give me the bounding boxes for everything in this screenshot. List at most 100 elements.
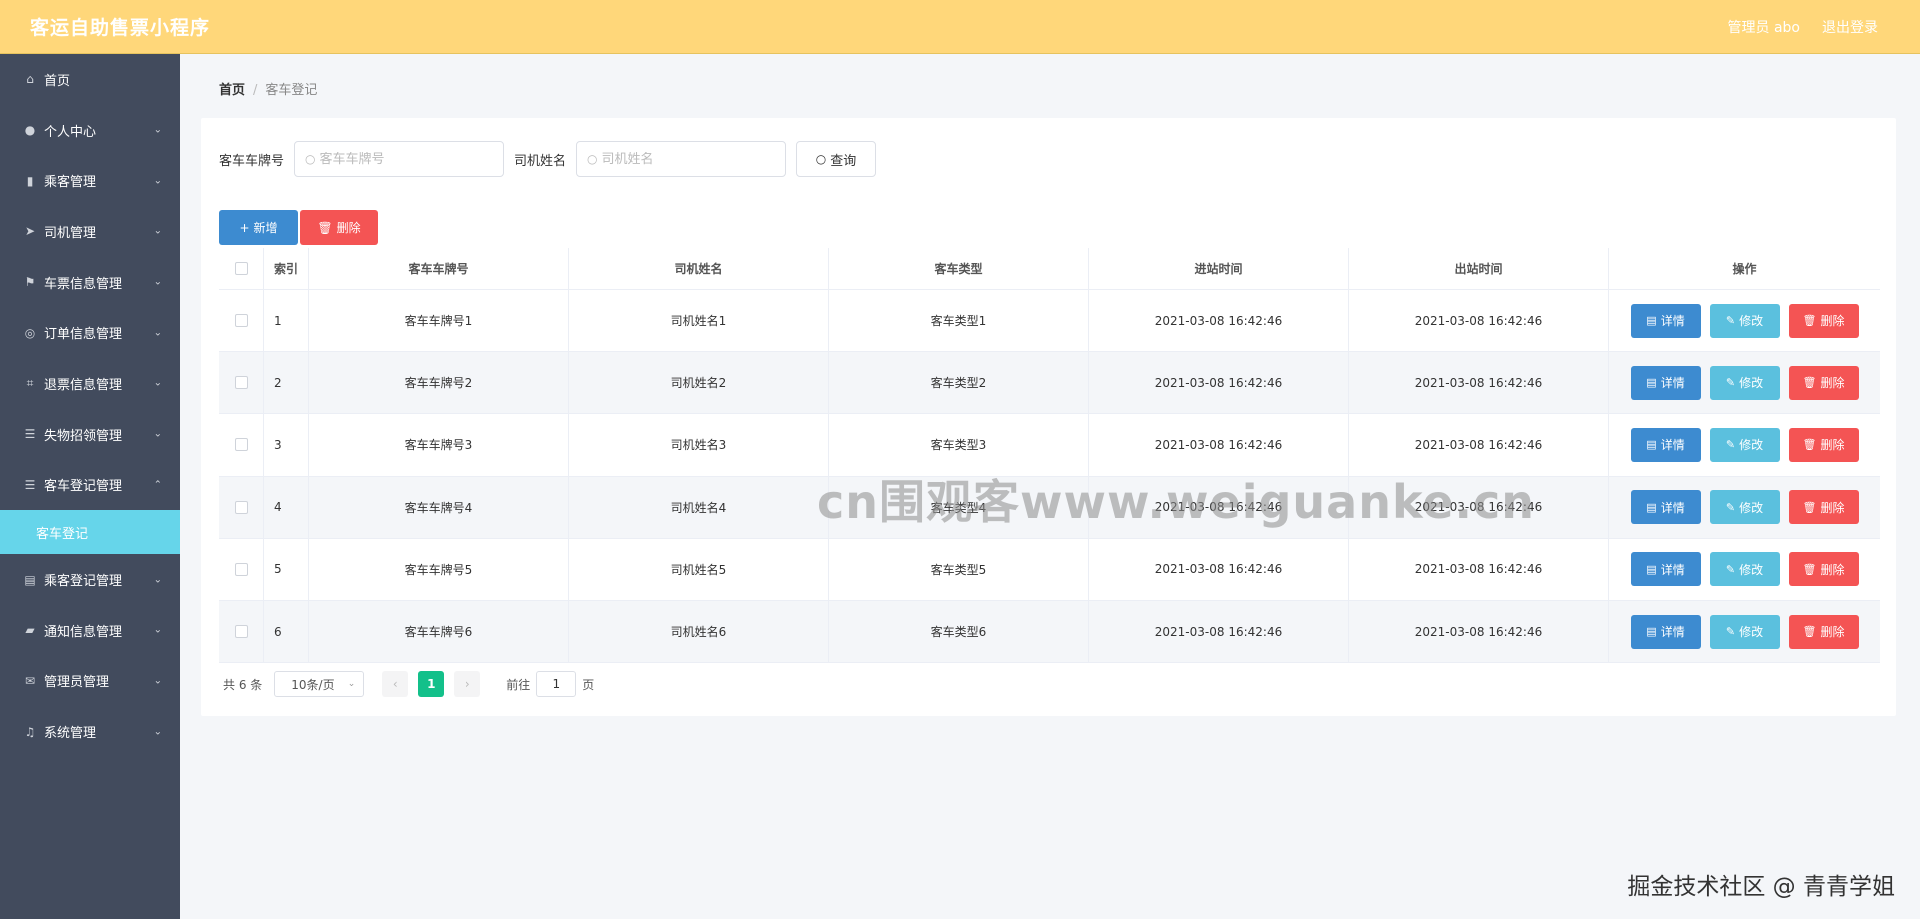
document-icon: ▤ bbox=[1646, 500, 1657, 514]
search-row: 客车车牌号 ○ 司机姓名 ○ ○ 查询 bbox=[219, 141, 877, 177]
batch-delete-button[interactable]: 🗑 删除 bbox=[300, 210, 378, 245]
row-checkbox[interactable] bbox=[234, 438, 248, 452]
row-checkbox[interactable] bbox=[234, 500, 248, 514]
chevron-down-icon: ⌄ bbox=[153, 428, 162, 440]
detail-button[interactable]: ▤ 详情 bbox=[1630, 303, 1701, 338]
action-row: + 新增 🗑 删除 bbox=[219, 210, 378, 245]
detail-label: 详情 bbox=[1660, 625, 1685, 640]
sidebar-item-sidebar-items-0[interactable]: ⌂ 首页 bbox=[0, 54, 180, 105]
next-page-button[interactable]: › bbox=[454, 671, 481, 697]
sidebar-item-sidebar-items-1[interactable]: ● 个人中心 ⌄ bbox=[0, 105, 180, 156]
sidebar-item-label: 乘客管理 bbox=[44, 175, 97, 191]
header-checkbox-cell bbox=[219, 248, 264, 289]
plate-search-input[interactable] bbox=[319, 151, 490, 167]
cell-index: 2 bbox=[264, 352, 309, 414]
detail-button[interactable]: ▤ 详情 bbox=[1630, 614, 1701, 649]
page-number-current[interactable]: 1 bbox=[418, 671, 445, 697]
table-row: 1 客车车牌号1 司机姓名1 客车类型1 2021-03-08 16:42:46 2021… bbox=[219, 290, 1880, 353]
sidebar-item-sidebar-items-4[interactable]: ⚑ 车票信息管理 ⌄ bbox=[0, 257, 180, 308]
sidebar-item-sidebar-items_after-2[interactable]: ✉ 管理员管理 ⌄ bbox=[0, 656, 180, 707]
edit-button[interactable]: ✎ 修改 bbox=[1709, 614, 1780, 649]
sidebar-item-sidebar-items-5[interactable]: ◎ 订单信息管理 ⌄ bbox=[0, 307, 180, 358]
edit-label: 修改 bbox=[1739, 438, 1764, 453]
row-checkbox[interactable] bbox=[234, 376, 248, 390]
goto-page: 前往 页 bbox=[506, 671, 594, 697]
bell-icon: ♫ bbox=[24, 724, 36, 739]
delete-button[interactable]: 🗑 删除 bbox=[1788, 614, 1859, 649]
sidebar-item-sidebar-items_after-1[interactable]: ▰ 通知信息管理 ⌄ bbox=[0, 605, 180, 656]
driver-search-field[interactable]: ○ bbox=[576, 141, 787, 177]
circle-icon: ◎ bbox=[24, 325, 36, 340]
prev-page-button[interactable]: ‹ bbox=[382, 671, 409, 697]
delete-label: 删除 bbox=[1820, 500, 1845, 515]
detail-button[interactable]: ▤ 详情 bbox=[1630, 490, 1701, 525]
sidebar-item-sidebar-items_after-0[interactable]: ▤ 乘客登记管理 ⌄ bbox=[0, 554, 180, 605]
delete-button[interactable]: 🗑 删除 bbox=[1788, 427, 1859, 462]
delete-button[interactable]: 🗑 删除 bbox=[1788, 490, 1859, 525]
row-checkbox[interactable] bbox=[234, 625, 248, 639]
row-checkbox[interactable] bbox=[234, 314, 248, 328]
trash-icon: 🗑 bbox=[317, 220, 333, 235]
batch-delete-label: 删除 bbox=[336, 221, 361, 235]
add-button[interactable]: + 新增 bbox=[219, 210, 298, 245]
plate-search-field[interactable]: ○ bbox=[294, 141, 505, 177]
cell-plate: 客车车牌号5 bbox=[309, 538, 569, 600]
cell-driver: 司机姓名6 bbox=[569, 600, 829, 663]
cell-plate: 客车车牌号2 bbox=[309, 352, 569, 414]
search-icon: ○ bbox=[815, 152, 827, 166]
sidebar-item-label: 个人中心 bbox=[44, 124, 97, 140]
cell-in-time: 2021-03-08 16:42:46 bbox=[1089, 600, 1349, 663]
edit-button[interactable]: ✎ 修改 bbox=[1709, 365, 1780, 400]
chevron-down-icon: ⌄ bbox=[153, 225, 162, 237]
detail-button[interactable]: ▤ 详情 bbox=[1630, 552, 1701, 587]
cell-driver: 司机姓名2 bbox=[569, 352, 829, 414]
bus-registration-table: 索引 客车车牌号 司机姓名 客车类型 进站时间 出站时间 操作 1 客车车牌号1 司… bbox=[219, 248, 1880, 664]
detail-button[interactable]: ▤ 详情 bbox=[1630, 365, 1701, 400]
trash-icon: 🗑 bbox=[1802, 314, 1817, 328]
sidebar-item-sidebar-items-2[interactable]: ▮ 乘客管理 ⌄ bbox=[0, 155, 180, 206]
row-checkbox[interactable] bbox=[234, 562, 248, 576]
trash-icon: 🗑 bbox=[1802, 625, 1817, 639]
logout-link[interactable]: 退出登录 bbox=[1822, 17, 1878, 37]
sidebar-item-sidebar-items_after-3[interactable]: ♫ 系统管理 ⌄ bbox=[0, 706, 180, 757]
chevron-down-icon: ⌄ bbox=[153, 675, 162, 687]
edit-button[interactable]: ✎ 修改 bbox=[1709, 490, 1780, 525]
chevron-down-icon: ⌄ bbox=[153, 124, 162, 136]
sidebar: ⌂ 首页 ● 个人中心 ⌄ ▮ 乘客管理 ⌄ ➤ 司机管理 ⌄ ⚑ 车票信息管理 ⌄ ◎ 订单信息管理 ⌄ ⌗ 退票… bbox=[0, 54, 180, 919]
edit-button[interactable]: ✎ 修改 bbox=[1709, 303, 1780, 338]
edit-button[interactable]: ✎ 修改 bbox=[1709, 552, 1780, 587]
table-row: 2 客车车牌号2 司机姓名2 客车类型2 2021-03-08 16:42:46 2021… bbox=[219, 352, 1880, 415]
select-all-checkbox[interactable] bbox=[234, 262, 248, 275]
edit-button[interactable]: ✎ 修改 bbox=[1709, 427, 1780, 462]
header-driver: 司机姓名 bbox=[569, 248, 829, 289]
query-button[interactable]: ○ 查询 bbox=[796, 141, 877, 177]
sidebar-item-sidebar-items-3[interactable]: ➤ 司机管理 ⌄ bbox=[0, 206, 180, 257]
top-header: 客运自助售票小程序 管理员 abo 退出登录 bbox=[0, 0, 1920, 54]
sidebar-item-label: 首页 bbox=[44, 73, 71, 89]
menu-icon: ☰ bbox=[24, 477, 36, 492]
sidebar-item-label: 失物招领管理 bbox=[44, 428, 123, 444]
driver-search-input[interactable] bbox=[601, 151, 772, 167]
goto-page-input[interactable] bbox=[536, 671, 577, 697]
detail-button[interactable]: ▤ 详情 bbox=[1630, 427, 1701, 462]
sidebar-item-sidebar-items-7[interactable]: ☰ 失物招领管理 ⌄ bbox=[0, 409, 180, 460]
cell-index: 3 bbox=[264, 414, 309, 476]
trash-icon: 🗑 bbox=[1802, 500, 1817, 514]
content-card: 客车车牌号 ○ 司机姓名 ○ ○ 查询 + 新增 🗑 删除 bbox=[201, 118, 1896, 716]
breadcrumb-home[interactable]: 首页 bbox=[219, 83, 245, 98]
document-icon: ▤ bbox=[1646, 314, 1657, 328]
cell-in-time: 2021-03-08 16:42:46 bbox=[1089, 414, 1349, 476]
cell-type: 客车类型2 bbox=[829, 352, 1089, 414]
sidebar-item-sidebar-items-8[interactable]: ☰ 客车登记管理 ⌃ bbox=[0, 460, 180, 511]
edit-label: 修改 bbox=[1739, 625, 1764, 640]
cell-type: 客车类型1 bbox=[829, 290, 1089, 352]
delete-button[interactable]: 🗑 删除 bbox=[1788, 552, 1859, 587]
cell-out-time: 2021-03-08 16:42:46 bbox=[1349, 352, 1609, 414]
sidebar-item-sidebar-items-6[interactable]: ⌗ 退票信息管理 ⌄ bbox=[0, 358, 180, 409]
delete-button[interactable]: 🗑 删除 bbox=[1788, 303, 1859, 338]
sidebar-subitem-bus-registration[interactable]: 客车登记 bbox=[0, 510, 180, 555]
cell-driver: 司机姓名4 bbox=[569, 476, 829, 538]
delete-button[interactable]: 🗑 删除 bbox=[1788, 365, 1859, 400]
admin-user-label[interactable]: 管理员 abo bbox=[1728, 17, 1800, 37]
page-size-select[interactable]: 10条/页 ⌄ bbox=[274, 671, 365, 697]
